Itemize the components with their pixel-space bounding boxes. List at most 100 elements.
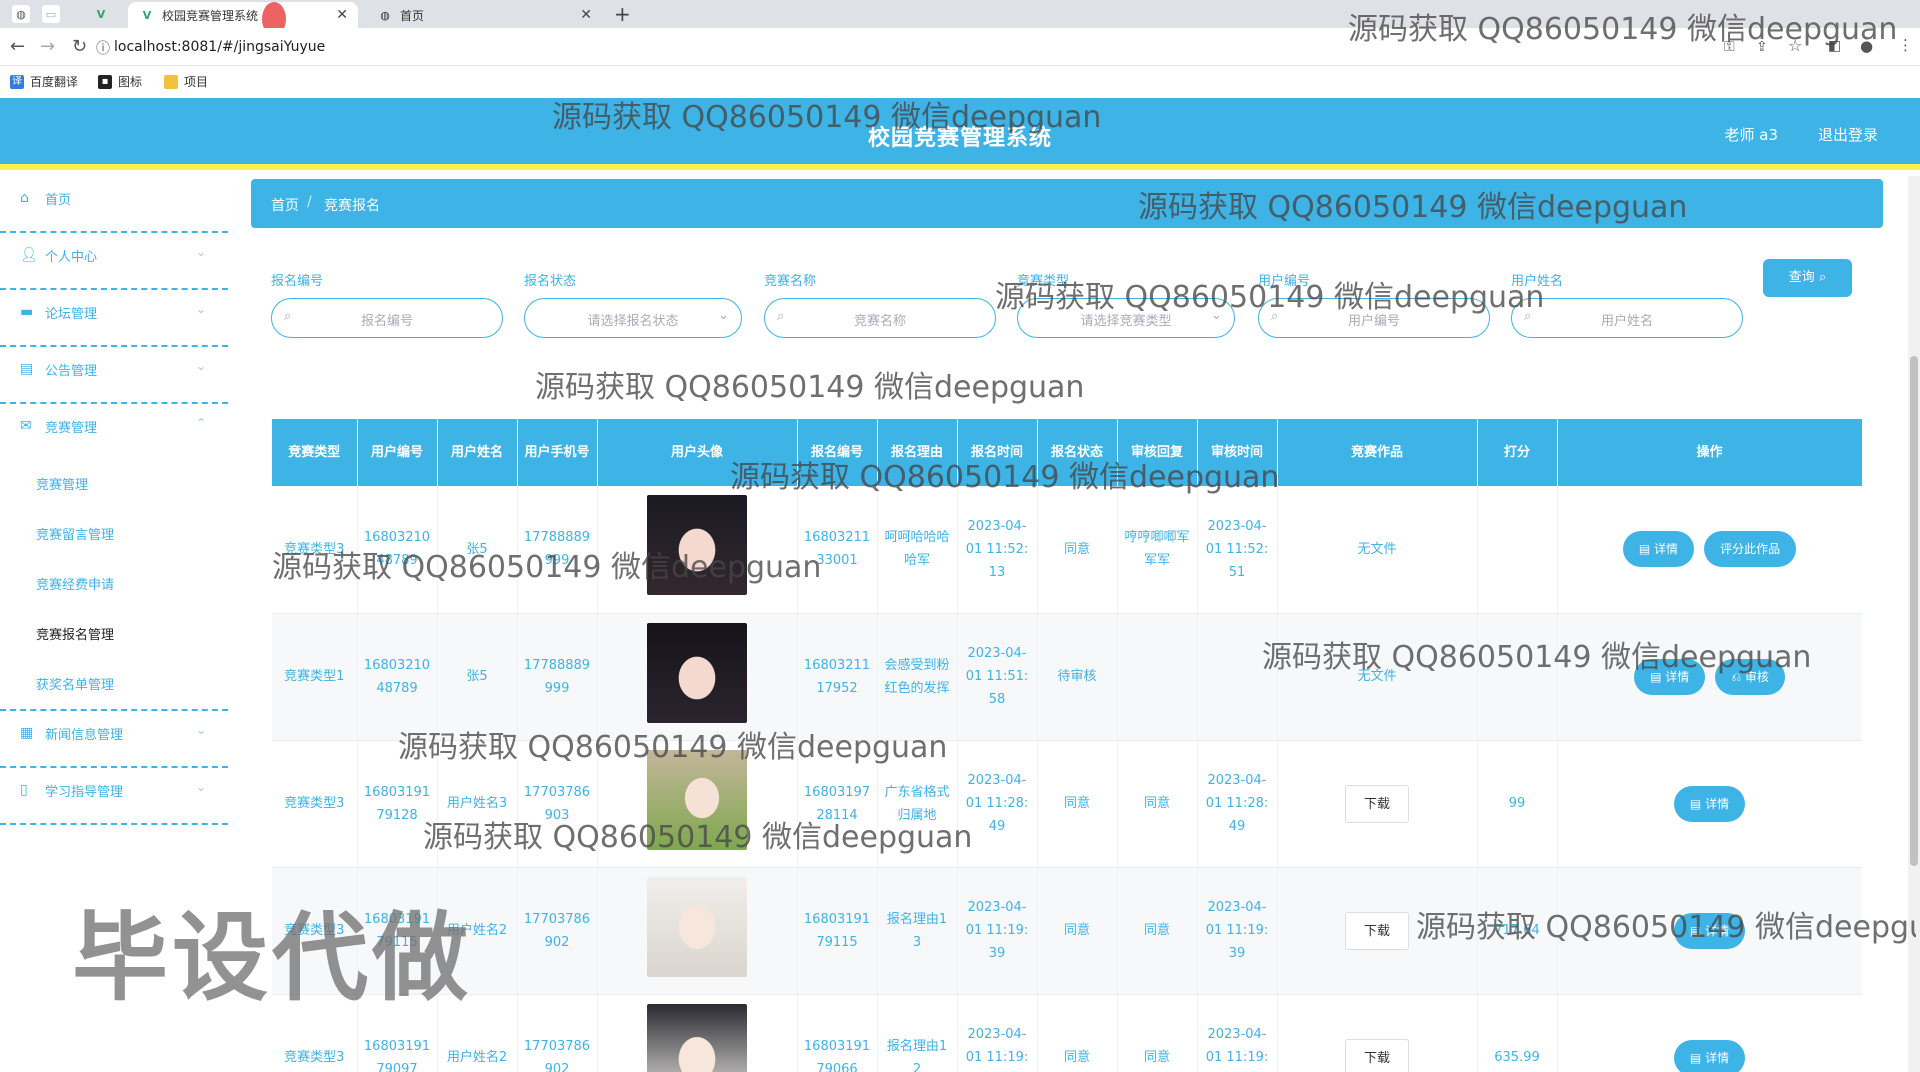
regno-input[interactable]: ⌕ 报名编号 [271,298,503,338]
cell-status: 同意 [1037,867,1118,995]
logout-button[interactable]: 退出登录 [1818,124,1878,145]
sidebar-item-notice[interactable]: ▤ 公告管理 ⌄ [0,347,228,404]
tab-icon[interactable]: ▭ [42,5,60,23]
forward-icon[interactable]: → [40,36,55,57]
bookmark-project[interactable]: 项目 [164,73,208,90]
query-button[interactable]: 查询 ⌕ [1763,259,1852,297]
watermark-text: 源码获取 QQ86050149 微信deepguan [552,100,1102,135]
submenu-competition[interactable]: 竞赛管理 [0,461,228,511]
submenu-funding[interactable]: 竞赛经费申请 [0,561,228,611]
home-icon: ⌂ [20,190,29,206]
chevron-down-icon: ⌄ [195,302,206,316]
watermark-text: 源码获取 QQ86050149 微信deepguan [1262,640,1812,675]
cell-avatar [597,994,798,1072]
col-header: 操作 [1557,419,1862,486]
bookmark-icons[interactable]: ▪ 图标 [98,73,142,90]
detail-button[interactable]: ▤ 详情 [1673,785,1746,822]
download-button[interactable]: 下载 [1344,911,1409,950]
close-icon[interactable]: ✕ [336,7,348,23]
score-button[interactable]: 评分此作品 [1704,531,1797,568]
filter-label: 竞赛名称 [764,274,817,289]
breadcrumb-separator: / [307,194,312,210]
download-button[interactable]: 下载 [1344,784,1409,823]
cell-audit-time: 2023-04-01 11:28:49 [1197,740,1278,868]
cell-reply: 同意 [1117,740,1198,868]
cell-regno: 1680319179115 [797,867,878,995]
mail-icon: ✉ [20,418,32,434]
cell-type: 竞赛类型1 [272,613,358,741]
search-icon: ⌕ [1818,270,1827,285]
sidebar-item-study[interactable]: ▯ 学习指导管理 ⌄ [0,768,228,825]
avatar [647,876,747,977]
tab-active[interactable]: V 校园竞赛管理系统 ✕ [128,2,358,28]
col-header: 用户编号 [357,419,438,486]
url-field[interactable]: localhost:8081/#/jingsaiYuyue [114,39,325,55]
globe-icon[interactable]: ◍ [12,5,30,23]
col-header: 用户姓名 [437,419,518,486]
breadcrumb-home[interactable]: 首页 [271,195,299,215]
cell-score: 635.99 [1477,994,1558,1072]
tab-title: 校园竞赛管理系统 [162,8,259,23]
score-label: 评分此作品 [1720,542,1781,557]
sidebar-item-profile[interactable]: 👤︎ 个人中心 ⌄ [0,233,228,290]
vue-icon[interactable]: V [92,5,110,23]
sidebar-item-label: 竞赛管理 [45,421,98,436]
submenu-message[interactable]: 竞赛留言管理 [0,511,228,561]
cell-status: 待审核 [1037,613,1118,741]
bookmark-translate[interactable]: 译百度翻译 [10,73,78,90]
watermark-text: 源码获取 QQ86050149 微信deepguan [1138,190,1688,225]
status-select[interactable]: 请选择报名状态 ⌄ [524,298,742,338]
new-tab-button[interactable]: + [614,2,631,26]
download-button[interactable]: 下载 [1344,1038,1409,1072]
col-header: 用户手机号 [517,419,598,486]
cell-regno: 1680321117952 [797,613,878,741]
cell-time: 2023-04-01 11:19:39 [957,867,1038,995]
sidebar-item-news[interactable]: ▦ 新闻信息管理 ⌄ [0,711,228,768]
tab-home[interactable]: ◍ 首页 ✕ [366,2,602,28]
chevron-down-icon: ⌄ [718,308,729,323]
detail-button[interactable]: ▤ 详情 [1622,531,1694,568]
current-user: 老师 a3 [1724,126,1778,144]
scrollbar-thumb[interactable] [1910,356,1918,866]
sidebar-item-competition[interactable]: ✉ 竞赛管理 ⌃ [0,404,228,461]
back-icon[interactable]: ← [10,36,25,57]
phone-icon: ▯ [20,782,28,798]
watermark-text: 源码获取 QQ86050149 微信deepguan [995,280,1545,315]
close-icon[interactable]: ✕ [580,7,592,23]
detail-button[interactable]: ▤ 详情 [1673,1039,1746,1072]
info-icon[interactable]: ⓘ [96,38,110,58]
bookmark-label: 项目 [184,75,209,89]
cell-audit-time: 2023-04-01 11:19:39 [1197,867,1278,995]
grid-icon: ▦ [20,725,34,741]
cell-work: 下载 [1277,994,1478,1072]
sidebar-item-home[interactable]: ⌂ 首页 [0,176,228,233]
menu-icon[interactable]: ⋮ [1898,36,1913,54]
cell-score [1477,486,1558,614]
reload-icon[interactable]: ↻ [72,36,87,57]
chevron-down-icon: ⌄ [195,245,206,259]
placeholder: 报名编号 [360,314,413,329]
cell-status: 同意 [1037,740,1118,868]
tab-title: 首页 [400,8,425,23]
globe-icon: ◍ [380,8,390,22]
user-name-input[interactable]: ⌕ 用户姓名 [1511,298,1743,338]
detail-label: 详情 [1705,796,1730,811]
cell-audit-time: 2023-04-01 11:52:51 [1197,486,1278,614]
vue-icon: V [142,8,152,22]
cell-uid: 1680321048789 [357,613,438,741]
cell-name: 张5 [437,613,518,741]
cell-regno: 1680319179066 [797,994,878,1072]
cell-score: 99 [1477,740,1558,868]
sidebar-item-forum[interactable]: ▬ 论坛管理 ⌄ [0,290,228,347]
user-icon: 👤︎ [20,247,38,263]
cell-reason: 报名理由12 [877,994,958,1072]
submenu-awards[interactable]: 获奖名单管理 [0,661,228,711]
submenu-registration[interactable]: 竞赛报名管理 [0,611,228,661]
folder-icon [164,74,178,89]
translate-icon: 译 [10,74,24,89]
forum-icon: ▬ [20,304,34,320]
competition-name-input[interactable]: ⌕ 竞赛名称 [764,298,996,338]
bookmark-icon: ▪ [98,74,112,89]
watermark-text: 源码获取 QQ86050149 微信deepguan [535,370,1085,405]
col-header: 竞赛作品 [1277,419,1478,486]
